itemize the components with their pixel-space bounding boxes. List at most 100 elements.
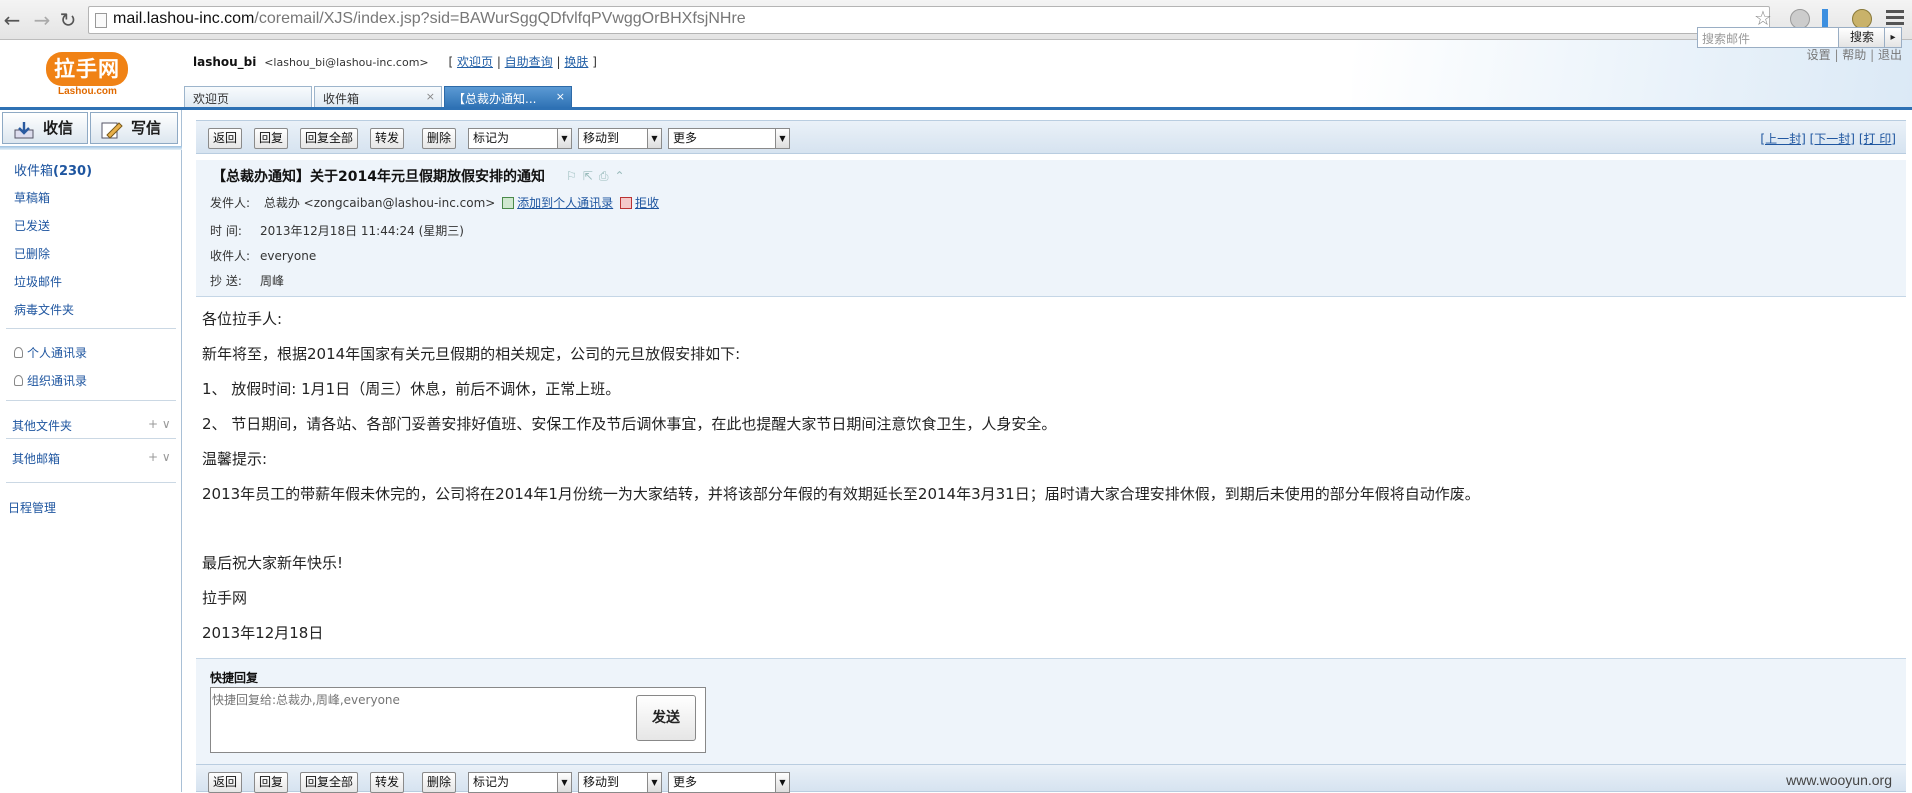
mark-as-dropdown[interactable]: 标记为 ▼ xyxy=(468,128,572,149)
search-input[interactable]: 搜索邮件 xyxy=(1697,27,1841,48)
reply-all-button[interactable]: 回复全部 xyxy=(300,128,358,149)
mark-as-dropdown[interactable]: 标记为 ▼ xyxy=(468,772,572,793)
sidebar-divider xyxy=(6,438,176,439)
other-mailbox-toggle[interactable]: + ∨ xyxy=(148,450,171,464)
help-link[interactable]: 帮助 xyxy=(1842,48,1866,62)
quick-reply-input[interactable] xyxy=(212,691,632,747)
forward-button[interactable]: 转发 xyxy=(370,772,404,793)
close-icon[interactable]: × xyxy=(556,90,565,103)
sender-row: 发件人: 总裁办 <zongcaiban@lashou-inc.com> 添加到… xyxy=(210,196,659,210)
sidebar-item-deleted[interactable]: 已删除 xyxy=(14,245,50,262)
sidebar-band xyxy=(0,146,182,150)
url-text[interactable]: mail.lashou-inc.com/coremail/XJS/index.j… xyxy=(113,10,746,28)
other-folders-toggle[interactable]: + ∨ xyxy=(148,417,171,431)
sidebar-item-drafts[interactable]: 草稿箱 xyxy=(14,189,50,206)
subject-action-icons[interactable]: ⚐⇱⎙⌃ xyxy=(566,169,631,184)
search-button[interactable]: 搜索 xyxy=(1838,27,1886,48)
send-button[interactable]: 发送 xyxy=(636,695,696,741)
sidebar-divider xyxy=(6,400,176,401)
to-row: 收件人: everyone xyxy=(210,249,317,263)
collapse-icon[interactable]: ⌃ xyxy=(614,169,630,183)
tab-strip-divider xyxy=(0,107,1912,110)
lashou-logo[interactable]: 拉手网 Lashou.com xyxy=(46,52,134,100)
reject-icon xyxy=(619,197,632,209)
person-icon xyxy=(14,347,23,358)
chevron-down-icon: ▼ xyxy=(647,129,661,148)
user-info: lashou_bi <lashou_bi@lashou-inc.com> [ 欢… xyxy=(193,53,597,70)
compose-icon xyxy=(101,119,123,139)
sidebar-item-virus[interactable]: 病毒文件夹 xyxy=(14,301,74,318)
chevron-down-icon: ▼ xyxy=(557,773,571,792)
chevron-down-icon: ▼ xyxy=(557,129,571,148)
mail-to: everyone xyxy=(260,249,317,263)
logout-link[interactable]: 退出 xyxy=(1878,48,1902,62)
body-line: 拉手网 xyxy=(202,589,248,607)
delete-button[interactable]: 删除 xyxy=(422,128,456,149)
next-mail-link[interactable]: [下一封] xyxy=(1810,132,1855,146)
skin-link[interactable]: 换肤 xyxy=(564,55,588,69)
mail-toolbar-top: 返回 回复 回复全部 转发 删除 标记为 ▼ 移动到 ▼ 更多 ▼ [上一封] [下一… xyxy=(196,120,1906,154)
reload-icon[interactable]: ↻ xyxy=(56,8,80,32)
mail-toolbar-bottom: 返回 回复 回复全部 转发 删除 标记为 ▼ 移动到 ▼ 更多 ▼ xyxy=(196,764,1906,793)
chevron-down-icon: ▼ xyxy=(647,773,661,792)
cc-row: 抄 送: 周峰 xyxy=(210,274,285,288)
top-links: 设置 | 帮助 | 退出 xyxy=(1806,48,1902,62)
sidebar-item-other-folders[interactable]: 其他文件夹 xyxy=(12,417,72,434)
print-icon[interactable]: ⎙ xyxy=(599,169,615,183)
sidebar-divider xyxy=(6,328,176,329)
reply-button[interactable]: 回复 xyxy=(254,772,288,793)
sidebar-item-personal-contacts[interactable]: 个人通讯录 xyxy=(14,344,87,361)
add-contact-link[interactable]: 添加到个人通讯录 xyxy=(517,196,613,210)
sidebar-item-inbox[interactable]: 收件箱(230) xyxy=(14,160,92,179)
search-go-arrow-icon[interactable]: ▸ xyxy=(1884,27,1902,48)
tab-current-mail[interactable]: 【总裁办通知... × xyxy=(444,86,572,108)
receive-mail-button[interactable]: 收信 xyxy=(2,112,88,144)
body-line: 2013年12月18日 xyxy=(202,624,324,642)
mail-time: 2013年12月18日 11:44:24 (星期三) xyxy=(260,224,464,238)
back-button[interactable]: 返回 xyxy=(208,128,242,149)
body-line: 最后祝大家新年快乐! xyxy=(202,554,344,572)
more-dropdown[interactable]: 更多 ▼ xyxy=(668,772,790,793)
extension-bars-icon[interactable] xyxy=(1822,9,1828,29)
tab-inbox[interactable]: 收件箱 × xyxy=(314,86,442,108)
chevron-down-icon: ▼ xyxy=(775,773,789,792)
sidebar-item-other-mailbox[interactable]: 其他邮箱 xyxy=(12,450,60,467)
sidebar-item-sent[interactable]: 已发送 xyxy=(14,217,50,234)
settings-link[interactable]: 设置 xyxy=(1807,48,1831,62)
address-bar[interactable]: mail.lashou-inc.com/coremail/XJS/index.j… xyxy=(88,6,1770,34)
browser-menu-icon[interactable] xyxy=(1886,10,1904,28)
more-dropdown[interactable]: 更多 ▼ xyxy=(668,128,790,149)
sidebar-item-schedule[interactable]: 日程管理 xyxy=(8,499,56,516)
body-line: 温馨提示: xyxy=(202,450,268,468)
sidebar-item-org-contacts[interactable]: 组织通讯录 xyxy=(14,372,87,389)
popout-icon[interactable]: ⇱ xyxy=(583,169,599,183)
move-to-dropdown[interactable]: 移动到 ▼ xyxy=(578,128,662,149)
self-query-link[interactable]: 自助查询 xyxy=(505,55,553,69)
move-to-dropdown[interactable]: 移动到 ▼ xyxy=(578,772,662,793)
compose-button[interactable]: 写信 xyxy=(90,112,178,144)
delete-button[interactable]: 删除 xyxy=(422,772,456,793)
forward-button[interactable]: 转发 xyxy=(370,128,404,149)
reply-all-button[interactable]: 回复全部 xyxy=(300,772,358,793)
mail-meta: 【总裁办通知】关于2014年元旦假期放假安排的通知 ⚐⇱⎙⌃ 发件人: 总裁办 … xyxy=(196,160,1906,297)
page-icon xyxy=(95,13,107,28)
extension-globe-icon[interactable] xyxy=(1790,9,1810,29)
tab-welcome[interactable]: 欢迎页 xyxy=(184,86,312,108)
welcome-link[interactable]: 欢迎页 xyxy=(457,55,493,69)
body-line: 1、 放假时间: 1月1日（周三）休息，前后不调休，正常上班。 xyxy=(202,380,621,398)
sender-name: 总裁办 xyxy=(263,196,300,210)
reject-link[interactable]: 拒收 xyxy=(635,196,659,210)
extension-person-icon[interactable] xyxy=(1852,9,1872,29)
forward-arrow-icon[interactable]: → xyxy=(30,8,54,32)
print-link[interactable]: [打 印] xyxy=(1859,132,1896,146)
back-button[interactable]: 返回 xyxy=(208,772,242,793)
mail-pager: [上一封] [下一封] [打 印] xyxy=(1760,130,1896,147)
reply-button[interactable]: 回复 xyxy=(254,128,288,149)
back-arrow-icon[interactable]: ← xyxy=(0,8,24,32)
sidebar-item-junk[interactable]: 垃圾邮件 xyxy=(14,273,62,290)
close-icon[interactable]: × xyxy=(426,90,435,103)
flag-icon[interactable]: ⚐ xyxy=(566,169,583,183)
body-line: 2013年员工的带薪年假未休完的，公司将在2014年1月份统一为大家结转，并将该… xyxy=(202,485,1480,503)
body-line: 各位拉手人: xyxy=(202,310,283,328)
prev-mail-link[interactable]: [上一封] xyxy=(1760,132,1805,146)
